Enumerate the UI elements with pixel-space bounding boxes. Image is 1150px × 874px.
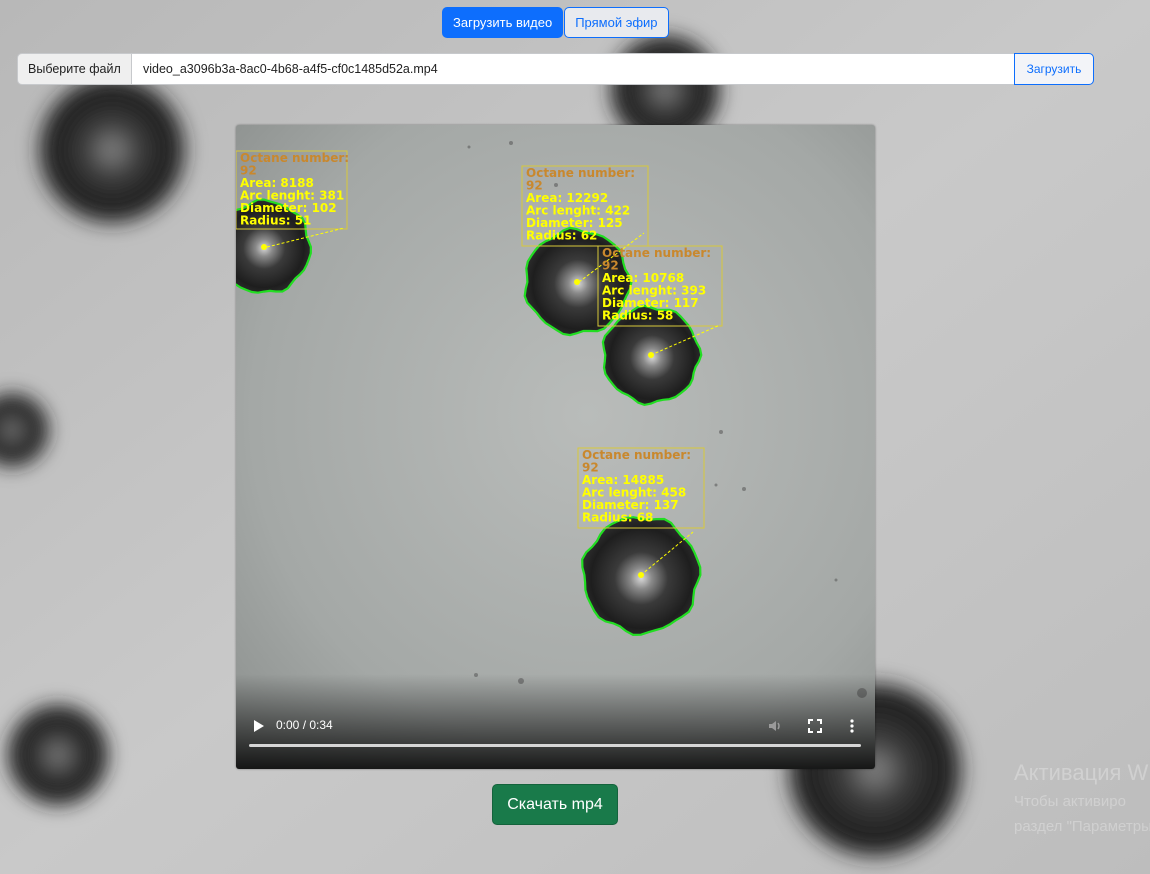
annotation-radius: Radius: 68 xyxy=(582,511,653,525)
video-player[interactable]: Octane number: 92 Area: 8188 Arc lenght: 38… xyxy=(236,125,875,769)
activation-watermark-line: раздел "Параметры" xyxy=(1014,818,1150,835)
annotation-radius: Radius: 51 xyxy=(240,214,311,228)
annotation-radius: Radius: 58 xyxy=(602,309,673,323)
play-icon[interactable] xyxy=(253,719,265,733)
progress-bar[interactable] xyxy=(249,744,861,747)
file-name-field[interactable]: video_a3096b3a-8ac0-4b68-a4f5-cf0c1485d5… xyxy=(132,53,1014,85)
time-display: 0:00 / 0:34 xyxy=(276,718,333,732)
more-options-icon[interactable] xyxy=(849,718,855,734)
droplet-center xyxy=(261,244,267,250)
activation-watermark-line: Чтобы активиро xyxy=(1014,793,1126,810)
choose-file-button[interactable]: Выберите файл xyxy=(17,53,132,85)
activation-watermark-title: Активация W xyxy=(1014,760,1149,785)
annotation-radius: Radius: 62 xyxy=(526,229,597,243)
mode-toggle: Загрузить видео Прямой эфир xyxy=(442,7,669,38)
upload-button[interactable]: Загрузить xyxy=(1014,53,1094,85)
download-mp4-button[interactable]: Скачать mp4 xyxy=(492,784,618,825)
fullscreen-icon[interactable] xyxy=(808,719,822,733)
live-stream-tab[interactable]: Прямой эфир xyxy=(564,7,669,38)
video-frame: Octane number:92Area: 8188Arc lenght: 38… xyxy=(236,125,875,769)
volume-icon[interactable] xyxy=(767,718,783,734)
file-input-group: Выберите файл video_a3096b3a-8ac0-4b68-a… xyxy=(17,53,1094,85)
upload-video-tab[interactable]: Загрузить видео xyxy=(442,7,564,38)
